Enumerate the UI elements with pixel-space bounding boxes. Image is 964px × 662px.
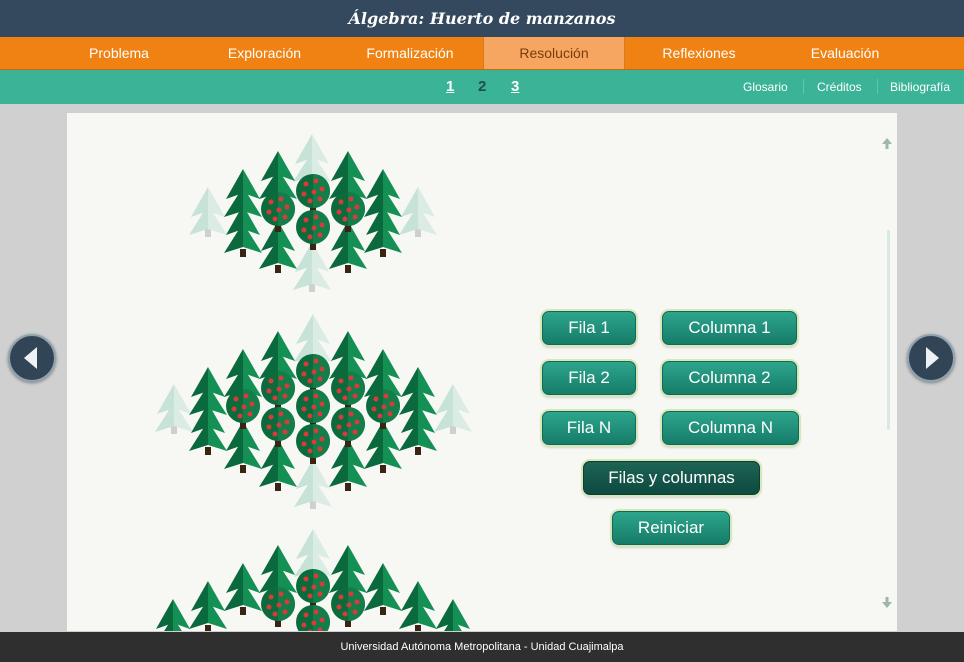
arrow-up-icon[interactable] (880, 136, 894, 150)
left-triangle-icon (24, 347, 37, 369)
filas-y-columnas-button[interactable]: Filas y columnas (583, 461, 760, 495)
creditos-link[interactable]: Créditos (817, 80, 862, 94)
arrow-down-icon[interactable] (880, 596, 894, 610)
columna-2-button[interactable]: Columna 2 (662, 361, 797, 395)
footer-text: Universidad Autónoma Metropolitana - Uni… (340, 641, 624, 653)
columna-n-button[interactable]: Columna N (662, 411, 799, 445)
title-bar: Álgebra: Huerto de manzanos (0, 0, 964, 37)
page-link-3[interactable]: 3 (511, 78, 519, 95)
tab-exploracion[interactable]: Exploración (196, 37, 333, 69)
sub-nav: 1 2 3 Glosario Créditos Bibliografía (0, 70, 964, 104)
reiniciar-button[interactable]: Reiniciar (612, 511, 730, 545)
fila-2-button[interactable]: Fila 2 (542, 361, 636, 395)
page-link-2[interactable]: 2 (478, 78, 486, 95)
main-nav: Problema Exploración Formalización Resol… (0, 37, 964, 70)
link-divider (803, 79, 804, 94)
footer: Universidad Autónoma Metropolitana - Uni… (0, 632, 964, 662)
tab-evaluacion[interactable]: Evaluación (775, 37, 915, 69)
previous-page-button[interactable] (8, 334, 56, 382)
scrollbar-thumb[interactable] (887, 230, 890, 430)
next-page-button[interactable] (907, 334, 955, 382)
tab-problema[interactable]: Problema (52, 37, 186, 69)
right-triangle-icon (926, 347, 939, 369)
fila-1-button[interactable]: Fila 1 (542, 311, 636, 345)
page-link-1[interactable]: 1 (446, 78, 454, 95)
bibliografia-link[interactable]: Bibliografía (890, 80, 950, 94)
link-divider (877, 79, 878, 94)
tab-formalizacion[interactable]: Formalización (340, 37, 480, 69)
columna-1-button[interactable]: Columna 1 (662, 311, 797, 345)
tab-reflexiones[interactable]: Reflexiones (630, 37, 768, 69)
app-title: Álgebra: Huerto de manzanos (348, 9, 616, 28)
tab-resolucion[interactable]: Resolución (483, 37, 625, 69)
glosario-link[interactable]: Glosario (743, 80, 788, 94)
fila-n-button[interactable]: Fila N (542, 411, 636, 445)
